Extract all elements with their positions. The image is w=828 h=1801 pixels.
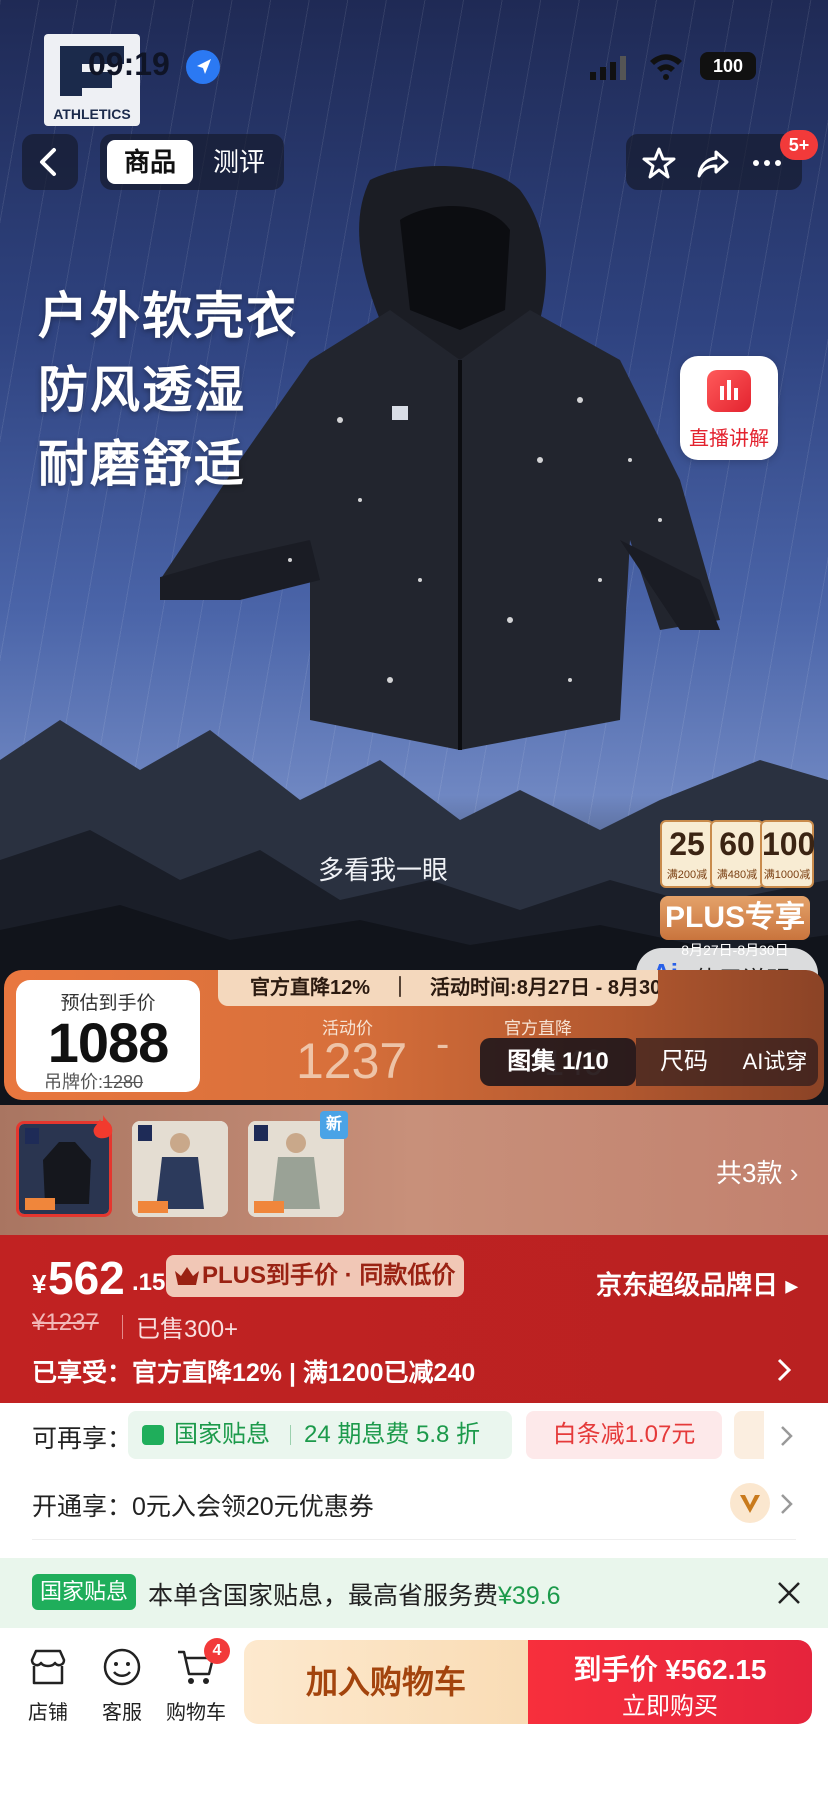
- plus-price-tag: PLUS到手价 · 同款低价: [166, 1255, 464, 1297]
- price-currency: ¥: [32, 1269, 47, 1299]
- more-benefit-chip[interactable]: [734, 1411, 764, 1459]
- applied-discounts: 已享受：官方直降12% | 满1200已减240: [32, 1359, 476, 1387]
- cart-label: 购物车: [166, 1702, 226, 1724]
- cart-button[interactable]: 购物车 4: [164, 1638, 230, 1756]
- live-explain-label: 直播讲解: [689, 428, 769, 450]
- more-icon[interactable]: [750, 146, 784, 180]
- gov-subsidy-notice-text: 本单含国家贴息，最高省服务费¥39.6: [148, 1582, 561, 1610]
- service-label: 客服: [102, 1702, 142, 1724]
- chevron-right-icon[interactable]: [780, 1425, 794, 1447]
- slogan-line-3: 耐磨舒适: [38, 436, 246, 492]
- add-to-cart-button[interactable]: 加入购物车: [244, 1640, 528, 1724]
- activity-price-value: 1237: [296, 1033, 408, 1089]
- extra-benefits-label: 可再享：: [32, 1425, 133, 1453]
- gov-subsidy-chip[interactable]: 国家贴息 24 期息费 5.8 折: [128, 1411, 512, 1459]
- price-integer: 562: [48, 1252, 125, 1304]
- battery-indicator: 100: [700, 52, 756, 80]
- hero-hint: 多看我一眼: [318, 855, 449, 885]
- chevron-right-icon[interactable]: [780, 1493, 794, 1515]
- jacket-image: [160, 166, 720, 750]
- tab-product[interactable]: 商品: [107, 140, 193, 184]
- variant-thumb-navy[interactable]: [132, 1121, 228, 1217]
- variant-count-link[interactable]: 共3款 ›: [716, 1153, 798, 1190]
- new-badge: 新: [320, 1111, 348, 1139]
- minus-sign: -: [436, 1022, 450, 1066]
- estimated-price-box: 预估到手价 1088 吊牌价:1280: [16, 980, 200, 1092]
- vip-icon: [730, 1483, 770, 1523]
- coupon: 60 满480减: [710, 820, 764, 888]
- price-decimal: .15: [132, 1269, 166, 1296]
- location-icon: [186, 50, 220, 84]
- buy-now-label: 立即购买: [622, 1693, 718, 1720]
- tag-price: 吊牌价:1280: [44, 1072, 144, 1092]
- size-button[interactable]: 尺码: [636, 1038, 732, 1086]
- membership-offer[interactable]: 开通享：0元入会领20元优惠券: [32, 1487, 374, 1523]
- plus-coupon-stack[interactable]: 25满200减 60满480减 100满1000减 PLUS专享 8月27日-8…: [654, 820, 816, 960]
- coupon: 25 满200减: [660, 820, 714, 888]
- service-button[interactable]: 客服: [90, 1646, 154, 1756]
- back-button[interactable]: [22, 134, 78, 190]
- top-tabs: 商品 测评: [100, 134, 284, 190]
- shop-label: 店铺: [28, 1702, 68, 1724]
- gov-subsidy-badge: 国家贴息: [32, 1574, 136, 1610]
- shop-button[interactable]: 店铺: [16, 1646, 80, 1756]
- star-icon[interactable]: [642, 146, 676, 180]
- cart-count-badge: 4: [204, 1638, 230, 1664]
- slogan-line-2: 防风透湿: [38, 362, 246, 418]
- baitiao-discount-chip[interactable]: 白条减1.07元: [526, 1411, 722, 1459]
- direct-cut-label: 官方直降: [504, 1019, 572, 1038]
- signal-icon: [590, 56, 626, 80]
- buy-now-button[interactable]: 到手价 ¥562.15 立即购买: [528, 1640, 812, 1724]
- wifi-icon: [650, 54, 682, 80]
- variant-selector: 新 共3款 ›: [0, 1105, 828, 1235]
- bottom-action-bar: 店铺 客服 购物车 4 加入购物车 到手价 ¥562.15 立即购买: [0, 1628, 828, 1801]
- est-price-value: 1088: [47, 1011, 170, 1074]
- buy-price-line: 到手价 ¥562.15: [573, 1654, 767, 1685]
- divider: [32, 1539, 796, 1540]
- back-icon: [40, 148, 56, 176]
- slogan-line-1: 户外软壳衣: [38, 288, 298, 344]
- divider: [122, 1315, 123, 1339]
- chevron-right-icon[interactable]: [776, 1357, 792, 1383]
- original-price: ¥1237: [32, 1309, 99, 1336]
- status-bar: ATHLETICS 09:19 100: [0, 0, 828, 126]
- live-explain-button[interactable]: 直播讲解: [680, 356, 778, 460]
- brand-day-link[interactable]: 京东超级品牌日 ▸: [596, 1265, 798, 1302]
- promo-strip: 官方直降12% ｜ 活动时间:8月27日 - 8月30日: [218, 970, 658, 1006]
- shop-icon: [30, 1649, 66, 1685]
- close-icon[interactable]: [776, 1580, 802, 1606]
- coupon: 100 满1000减: [760, 820, 815, 888]
- live-icon: [707, 370, 751, 412]
- more-badge: 5+: [780, 130, 818, 160]
- service-icon: [103, 1648, 141, 1686]
- plus-exclusive-label: PLUS专享: [660, 896, 810, 940]
- crown-icon: [175, 1267, 199, 1285]
- brand-logo-text: ATHLETICS: [53, 106, 131, 122]
- tab-review[interactable]: 测评: [200, 140, 278, 184]
- price-section[interactable]: ¥ 562 .15 PLUS到手价 · 同款低价 京东超级品牌日 ▸ ¥1237…: [0, 1235, 828, 1403]
- hot-flame-icon: [93, 1115, 113, 1139]
- gallery-button[interactable]: 图集 1/10: [480, 1038, 636, 1086]
- top-actions: [626, 134, 802, 190]
- benefits-section: 可再享： 国家贴息 24 期息费 5.8 折 白条减1.07元 开通享：0元入会…: [0, 1403, 828, 1553]
- gov-subsidy-icon: [142, 1425, 164, 1445]
- status-time: 09:19: [88, 46, 170, 82]
- sold-count: 已售300+: [136, 1316, 239, 1343]
- product-hero-image[interactable]: ATHLETICS 09:19 100 商品 测评 5+ 户外软壳衣 防风透湿 …: [0, 0, 828, 1105]
- share-icon[interactable]: [696, 146, 730, 180]
- ai-try-on-button[interactable]: AI试穿: [732, 1038, 818, 1086]
- gov-subsidy-notice: 国家贴息 本单含国家贴息，最高省服务费¥39.6: [0, 1558, 828, 1628]
